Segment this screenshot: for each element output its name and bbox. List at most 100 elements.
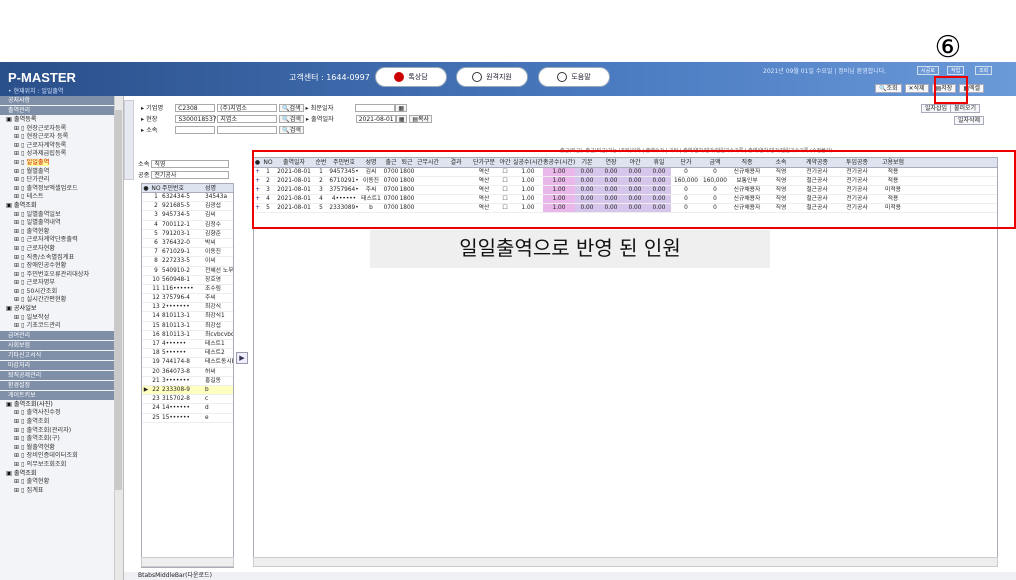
sidebar-item-25[interactable]: ⊞ ▯ 일보작성	[0, 314, 123, 323]
collapse-strip[interactable]	[124, 100, 134, 180]
work-date-field[interactable]: 2021-08-01	[355, 115, 396, 123]
sidebar-head-27[interactable]: 급여관리	[0, 330, 123, 340]
sidebar-head-29[interactable]: 기타신고서식	[0, 350, 123, 360]
sidebar-item-23[interactable]: ⊞ ▯ 실시간간편현황	[0, 296, 123, 305]
sidebar-item-14[interactable]: ⊞ ▯ 일별출역내역	[0, 219, 123, 228]
sidebar-item-43[interactable]: ⊞ ▯ 출역현황	[0, 478, 123, 487]
worker-cell: 17	[152, 341, 160, 347]
site-search-button[interactable]: 🔍검색	[279, 115, 304, 123]
company-search-button[interactable]: 🔍검색	[279, 104, 304, 112]
insert-button[interactable]: 일자삽입	[921, 104, 952, 113]
remote-support-button[interactable]: 원격지원	[456, 67, 528, 87]
worker-row[interactable]: 19 744174-8 테스트동시E	[142, 358, 233, 368]
header-button-3[interactable]: 조회	[975, 66, 993, 75]
worker-cell: 14••••••	[162, 405, 190, 412]
worker-row[interactable]: 6 376432-0 박씨	[142, 239, 233, 249]
sidebar-group-12[interactable]: ▣ 출역조회	[0, 202, 123, 211]
sidebar-item-16[interactable]: ⊞ ▯ 근로자계약단종출력	[0, 236, 123, 245]
row-indicator	[142, 248, 150, 256]
sidebar-item-4[interactable]: ⊞ ▯ 현장근로자 등록	[0, 133, 123, 142]
company-code-field[interactable]: C2308	[175, 104, 216, 112]
site-name-field[interactable]: 지엽소	[217, 115, 278, 123]
sidebar-item-38[interactable]: ⊞ ▯ 출역조회(구)	[0, 435, 123, 444]
sidebar-head-32[interactable]: 환경설정	[0, 380, 123, 390]
sidebar-item-17[interactable]: ⊞ ▯ 근로자현황	[0, 245, 123, 254]
calendar-icon[interactable]: ▦	[395, 104, 408, 112]
worker-row[interactable]: 1 632434-5 34543a	[142, 193, 233, 203]
sidebar-item-13[interactable]: ⊞ ▯ 일별출역일보	[0, 211, 123, 220]
site-code-field[interactable]: S300018537	[175, 115, 217, 123]
sidebar-head-28[interactable]: 사회보험	[0, 340, 123, 350]
sidebar-item-37[interactable]: ⊞ ▯ 출역조회(관리자)	[0, 427, 123, 436]
calendar-icon[interactable]: ▦	[395, 115, 408, 123]
worker-row[interactable]: 4 700112-1 김정수	[142, 221, 233, 230]
sidebar-group-2[interactable]: ▣ 출역등록	[0, 116, 123, 125]
sidebar-group-42[interactable]: ▣ 출역조회	[0, 470, 123, 479]
search-button[interactable]: 🔍조회	[875, 84, 902, 93]
worker-row[interactable]: 8 227233-5 이씨	[142, 257, 233, 267]
worker-row[interactable]: 5 791203-1 김향준	[142, 230, 233, 239]
dept-name-field[interactable]	[217, 126, 278, 134]
worker-row[interactable]: 20 364073-8 허씨	[142, 368, 233, 377]
load-button[interactable]: 불러오기	[950, 104, 981, 113]
worker-row[interactable]: 2 921685-5 김광섭	[142, 202, 233, 212]
sidebar-item-21[interactable]: ⊞ ▯ 근로자명부	[0, 279, 123, 288]
worker-row[interactable]: 7 671029-1 이동진	[142, 248, 233, 258]
worker-row[interactable]: 12 375796-4 주씨	[142, 294, 233, 304]
worker-row[interactable]: 16810113-1 최cvbcvbcv	[142, 331, 233, 340]
sidebar-item-8[interactable]: ⊞ ▯ 월별출역	[0, 168, 123, 177]
sidebar-item-41[interactable]: ⊞ ▯ 의무보조회조회	[0, 461, 123, 470]
dept-search-button[interactable]: 🔍검색	[279, 126, 304, 134]
worker-row[interactable]: 14 810113-1 최강식1	[142, 312, 233, 322]
sidebar-scroll-thumb[interactable]	[115, 110, 122, 490]
sidebar-item-36[interactable]: ⊞ ▯ 출역조회	[0, 418, 123, 427]
worker-row[interactable]: 3 945734-5 김씨	[142, 211, 233, 221]
grid-hscroll[interactable]	[253, 557, 998, 567]
sidebar-head-30[interactable]: 마감처리	[0, 360, 123, 370]
sidebar-item-19[interactable]: ⊞ ▯ 장애인공수현황	[0, 262, 123, 271]
sidebar-head-31[interactable]: 퇴직공제관리	[0, 370, 123, 380]
move-right-button[interactable]: ▶	[236, 352, 248, 364]
worker-row[interactable]: 18 5•••••• 테스트2	[142, 349, 233, 359]
worker-row[interactable]: 25 15•••••• e	[142, 414, 233, 423]
worker-row[interactable]: 13 2••••••• 최강식	[142, 303, 233, 313]
sidebar-item-44[interactable]: ⊞ ▯ 집계표	[0, 487, 123, 496]
worker-row[interactable]: 10 560948-1 장호영	[142, 276, 233, 285]
worker-row[interactable]: 24 14•••••• d	[142, 404, 233, 414]
worker-row[interactable]: 21 3••••••• 홍길동	[142, 377, 233, 386]
sidebar-group-24[interactable]: ▣ 공사일보	[0, 305, 123, 314]
help-button[interactable]: 도움말	[538, 67, 610, 87]
worker-row[interactable]: 11 116•••••• 조수림	[142, 285, 233, 295]
date1-field[interactable]	[355, 104, 396, 112]
sidebar-item-9[interactable]: ⊞ ▯ 단가관리	[0, 176, 123, 185]
left-hscroll[interactable]	[141, 557, 234, 567]
worker-row[interactable]: 23 315702-8 c	[142, 395, 233, 405]
worker-row[interactable]: ▶ 22 233308-9 b	[142, 385, 233, 396]
talk-consult-button[interactable]: 톡상담	[375, 67, 447, 87]
worker-cell: 632434-5	[162, 194, 190, 200]
sidebar-item-20[interactable]: ⊞ ▯ 주민번호오류관리대상자	[0, 271, 123, 280]
sidebar-item-35[interactable]: ⊞ ▯ 출역사진수정	[0, 409, 123, 418]
sidebar-item-6[interactable]: ⊞ ▯ 성과제급립등록	[0, 150, 123, 159]
left-dept-select[interactable]: 직영	[151, 160, 230, 168]
worker-row[interactable]: 17 4•••••• 테스트1	[142, 340, 233, 350]
worker-row[interactable]: 9 540910-2 전혜선 노무	[142, 267, 233, 276]
sidebar-item-7[interactable]: ⊞ ▯ 일일출역	[0, 158, 123, 168]
sidebar-item-18[interactable]: ⊞ ▯ 직종/소속별집계표	[0, 254, 123, 263]
worker-cell: 10	[152, 276, 160, 283]
delete-button[interactable]: ✕삭제	[904, 84, 929, 93]
company-name-field[interactable]: (주)지엽소	[217, 104, 278, 112]
sidebar-item-3[interactable]: ⊞ ▯ 현장근로자등록	[0, 125, 123, 134]
sidebar-head-1[interactable]: 출역관리	[0, 106, 123, 115]
left-trade-select[interactable]: 전기공사	[151, 171, 230, 179]
sidebar-item-11[interactable]: ⊞ ▯ 테스트	[0, 193, 123, 202]
sidebar-head-0[interactable]: 공지사항	[0, 96, 123, 105]
worker-cell: 김광섭	[205, 203, 221, 210]
worker-row[interactable]: 15 810113-1 최강섭	[142, 322, 233, 331]
sidebar-item-26[interactable]: ⊞ ▯ 기초코드관리	[0, 322, 123, 331]
sidebar-item-40[interactable]: ⊞ ▯ 장비인증데이터조회	[0, 452, 123, 461]
row-delete-button[interactable]: 일자삭제	[954, 116, 985, 125]
copy-button[interactable]: ▤복사	[409, 115, 433, 123]
sidebar-head-33[interactable]: 게이트키보	[0, 390, 123, 400]
dept-code-field[interactable]	[175, 126, 216, 134]
